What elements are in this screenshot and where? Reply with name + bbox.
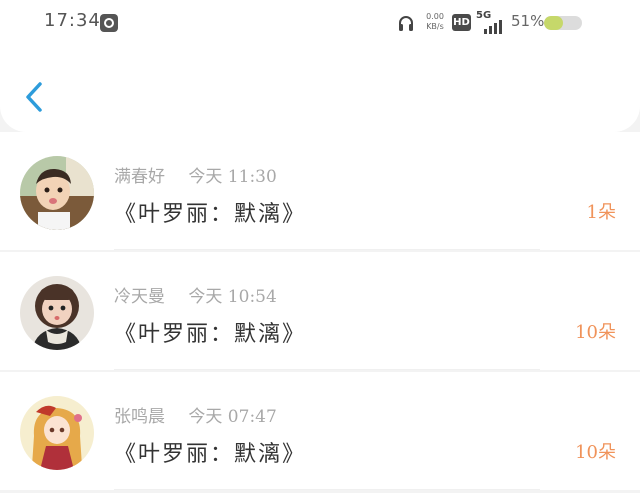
anime-girl-icon xyxy=(20,396,94,470)
sender-line: 满春好 今天 11:30 xyxy=(114,162,277,187)
sender-line: 张鸣晨 今天 07:47 xyxy=(114,402,277,427)
header: 17:34 0.00 KB/s HD 5G 51% xyxy=(0,0,640,132)
flower-count: 1朵 xyxy=(586,202,616,223)
network-speed-unit: KB/s xyxy=(426,22,444,31)
sender-name: 张鸣晨 xyxy=(114,407,165,427)
signal-icon xyxy=(484,20,506,34)
app-notification-icon xyxy=(100,14,118,32)
flower-count: 10朵 xyxy=(575,442,616,463)
status-bar: 17:34 0.00 KB/s HD 5G 51% xyxy=(0,0,640,46)
chevron-left-icon[interactable] xyxy=(20,78,50,116)
divider xyxy=(114,369,540,370)
battery-fill xyxy=(544,16,564,30)
list-item[interactable]: 满春好 今天 11:30 《叶罗丽：默漓》 1朵 xyxy=(0,132,640,250)
hd-badge: HD xyxy=(452,14,471,31)
avatar[interactable] xyxy=(20,396,94,470)
sent-time: 今天 11:30 xyxy=(188,167,277,187)
headphone-icon xyxy=(399,16,413,31)
avatar[interactable] xyxy=(20,156,94,230)
sent-time: 今天 07:47 xyxy=(188,407,277,427)
book-title: 《叶罗丽：默漓》 xyxy=(114,442,307,467)
sent-time: 今天 10:54 xyxy=(188,287,277,307)
list-item[interactable]: 张鸣晨 今天 07:47 《叶罗丽：默漓》 10朵 xyxy=(0,372,640,490)
network-speed: 0.00 KB/s xyxy=(424,12,446,32)
list-item[interactable]: 冷天曼 今天 10:54 《叶罗丽：默漓》 10朵 xyxy=(0,252,640,370)
book-title: 《叶罗丽：默漓》 xyxy=(114,202,307,227)
network-speed-value: 0.00 xyxy=(426,12,444,21)
flower-count: 10朵 xyxy=(575,322,616,343)
divider xyxy=(114,249,540,250)
girl-photo-icon xyxy=(20,276,94,350)
sender-name: 满春好 xyxy=(114,167,165,187)
avatar[interactable] xyxy=(20,276,94,350)
divider xyxy=(114,489,540,490)
book-title: 《叶罗丽：默漓》 xyxy=(114,322,307,347)
battery-percent: 51% xyxy=(511,12,545,30)
status-time: 17:34 xyxy=(44,10,101,31)
sender-line: 冷天曼 今天 10:54 xyxy=(114,282,277,307)
child-photo-icon xyxy=(20,156,94,230)
battery-icon xyxy=(544,16,582,30)
sender-name: 冷天曼 xyxy=(114,287,165,307)
